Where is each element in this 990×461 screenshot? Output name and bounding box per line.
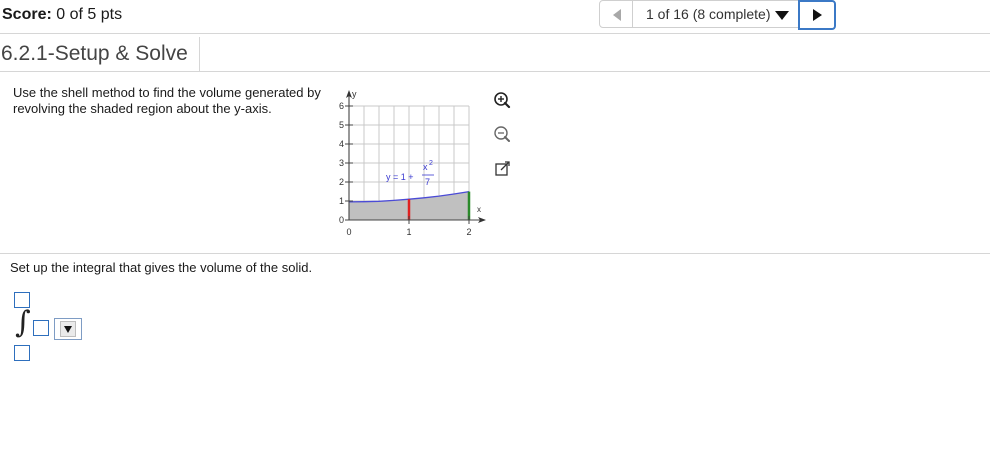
y-tick-label: 5 — [339, 120, 344, 130]
curve-equation-label: y = 1 + x 2 7 — [386, 160, 434, 187]
x-tick-label: 0 — [346, 227, 351, 237]
curve-label-prefix: y = 1 + — [386, 172, 414, 182]
y-tick-label: 1 — [339, 196, 344, 206]
score-label: Score: — [2, 6, 52, 23]
score-value: 0 of 5 pts — [56, 6, 123, 23]
next-question-button[interactable] — [798, 0, 836, 30]
y-axis-label: y — [352, 89, 357, 99]
integrand-input[interactable] — [33, 320, 49, 336]
differential-dropdown[interactable] — [54, 318, 82, 340]
y-tick-label: 0 — [339, 215, 344, 225]
curve-label-exponent: 2 — [429, 160, 433, 167]
divider — [0, 33, 990, 34]
question-position: 1 of 16 (8 complete) — [646, 6, 771, 22]
y-tick-label: 4 — [339, 139, 344, 149]
lower-limit-input[interactable] — [14, 345, 30, 361]
zoom-in-icon[interactable] — [492, 90, 512, 110]
dropdown-button — [60, 321, 76, 337]
y-tick-label: 6 — [339, 101, 344, 111]
chevron-down-icon — [64, 326, 72, 333]
page-title: 6.2.1-Setup & Solve — [1, 42, 188, 65]
x-tick-labels: 0 1 2 — [346, 227, 471, 237]
y-tick-label: 3 — [339, 158, 344, 168]
region-graph: 6 5 4 3 2 1 0 0 1 2 y x y = 1 + x 2 7 — [339, 89, 486, 237]
divider — [0, 71, 990, 72]
question-text: Set up the integral that gives the volum… — [10, 260, 313, 275]
integral-icon: ∫ — [15, 305, 31, 340]
x-axis-label: x — [477, 205, 481, 214]
y-tick-label: 2 — [339, 177, 344, 187]
problem-prompt: Use the shell method to find the volume … — [13, 85, 321, 116]
divider — [0, 253, 990, 254]
next-arrow-icon — [813, 9, 822, 21]
question-navigator: 1 of 16 (8 complete) — [599, 0, 837, 30]
popout-icon[interactable] — [493, 159, 513, 179]
previous-arrow-icon — [613, 9, 621, 21]
question-selector-dropdown[interactable]: 1 of 16 (8 complete) — [633, 0, 798, 28]
curve-label-numerator: x — [423, 162, 428, 172]
previous-question-button[interactable] — [599, 0, 633, 28]
x-tick-label: 2 — [466, 227, 471, 237]
zoom-out-icon[interactable] — [492, 124, 512, 144]
y-tick-labels: 6 5 4 3 2 1 0 — [339, 101, 344, 225]
curve-label-denominator: 7 — [425, 177, 430, 187]
chevron-down-icon — [774, 10, 789, 20]
score-display: Score: 0 of 5 pts — [2, 6, 122, 24]
x-tick-label: 1 — [406, 227, 411, 237]
